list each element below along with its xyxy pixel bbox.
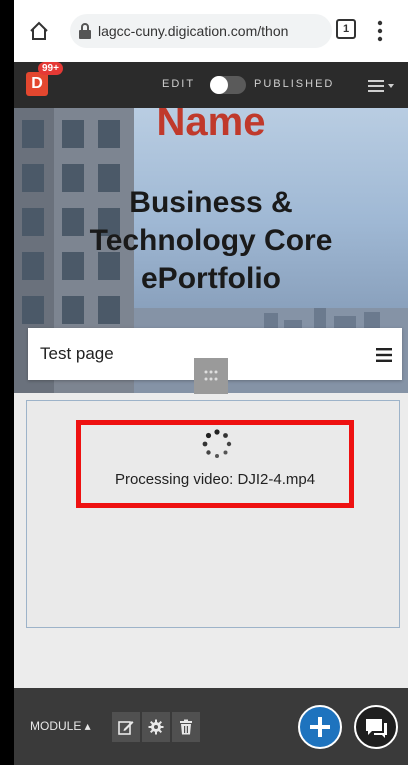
address-bar[interactable]: lagcc-cuny.digication.com/thon [70,14,332,48]
url-text: lagcc-cuny.digication.com/thon [98,23,289,39]
module-menu-button[interactable]: MODULE ▴ [30,719,91,733]
edit-icon [118,721,134,735]
portfolio-owner-name: Name [156,108,266,144]
trash-icon [180,719,192,735]
digication-logo[interactable]: D [26,72,48,96]
hamburger-menu-icon[interactable] [368,79,396,93]
module-settings-button[interactable] [142,712,170,742]
portfolio-title-line-3: ePortfolio [141,262,281,295]
edit-publish-toggle[interactable] [210,76,246,94]
page-menu-icon[interactable] [376,348,392,362]
portfolio-title-line-1: Business & [129,186,293,219]
chat-icon [366,719,387,738]
comments-button[interactable] [354,705,398,749]
loading-spinner-icon [202,429,232,458]
home-icon[interactable] [28,20,50,42]
module-drag-handle[interactable] [194,358,228,394]
edit-module-button[interactable] [112,712,140,742]
notification-badge: 99+ [38,62,63,75]
add-module-button[interactable] [298,705,342,749]
gear-icon [148,719,164,735]
tabs-count-icon[interactable]: 1 [336,19,356,39]
portfolio-title-line-2: Technology Core [89,224,333,257]
drag-icon [204,370,218,381]
phone-screen: lagcc-cuny.digication.com/thon 1 D 99+ E… [14,0,408,765]
browser-toolbar: lagcc-cuny.digication.com/thon 1 [14,0,408,63]
edit-label: EDIT [162,78,196,90]
toggle-knob [210,76,228,94]
page-title: Test page [40,344,114,363]
app-header: D 99+ EDIT PUBLISHED [14,62,408,108]
portfolio-title: Business & Technology Core ePortfolio [54,184,368,298]
processing-status-box: Processing video: DJI2-4.mp4 [76,420,354,508]
published-label: PUBLISHED [254,78,335,90]
delete-module-button[interactable] [172,712,200,742]
plus-icon [310,717,330,737]
processing-video-status: Processing video: DJI2-4.mp4 [114,471,316,488]
more-options-icon[interactable] [376,18,384,44]
module-toolbar: MODULE ▴ [14,688,408,765]
lock-icon [79,23,91,39]
